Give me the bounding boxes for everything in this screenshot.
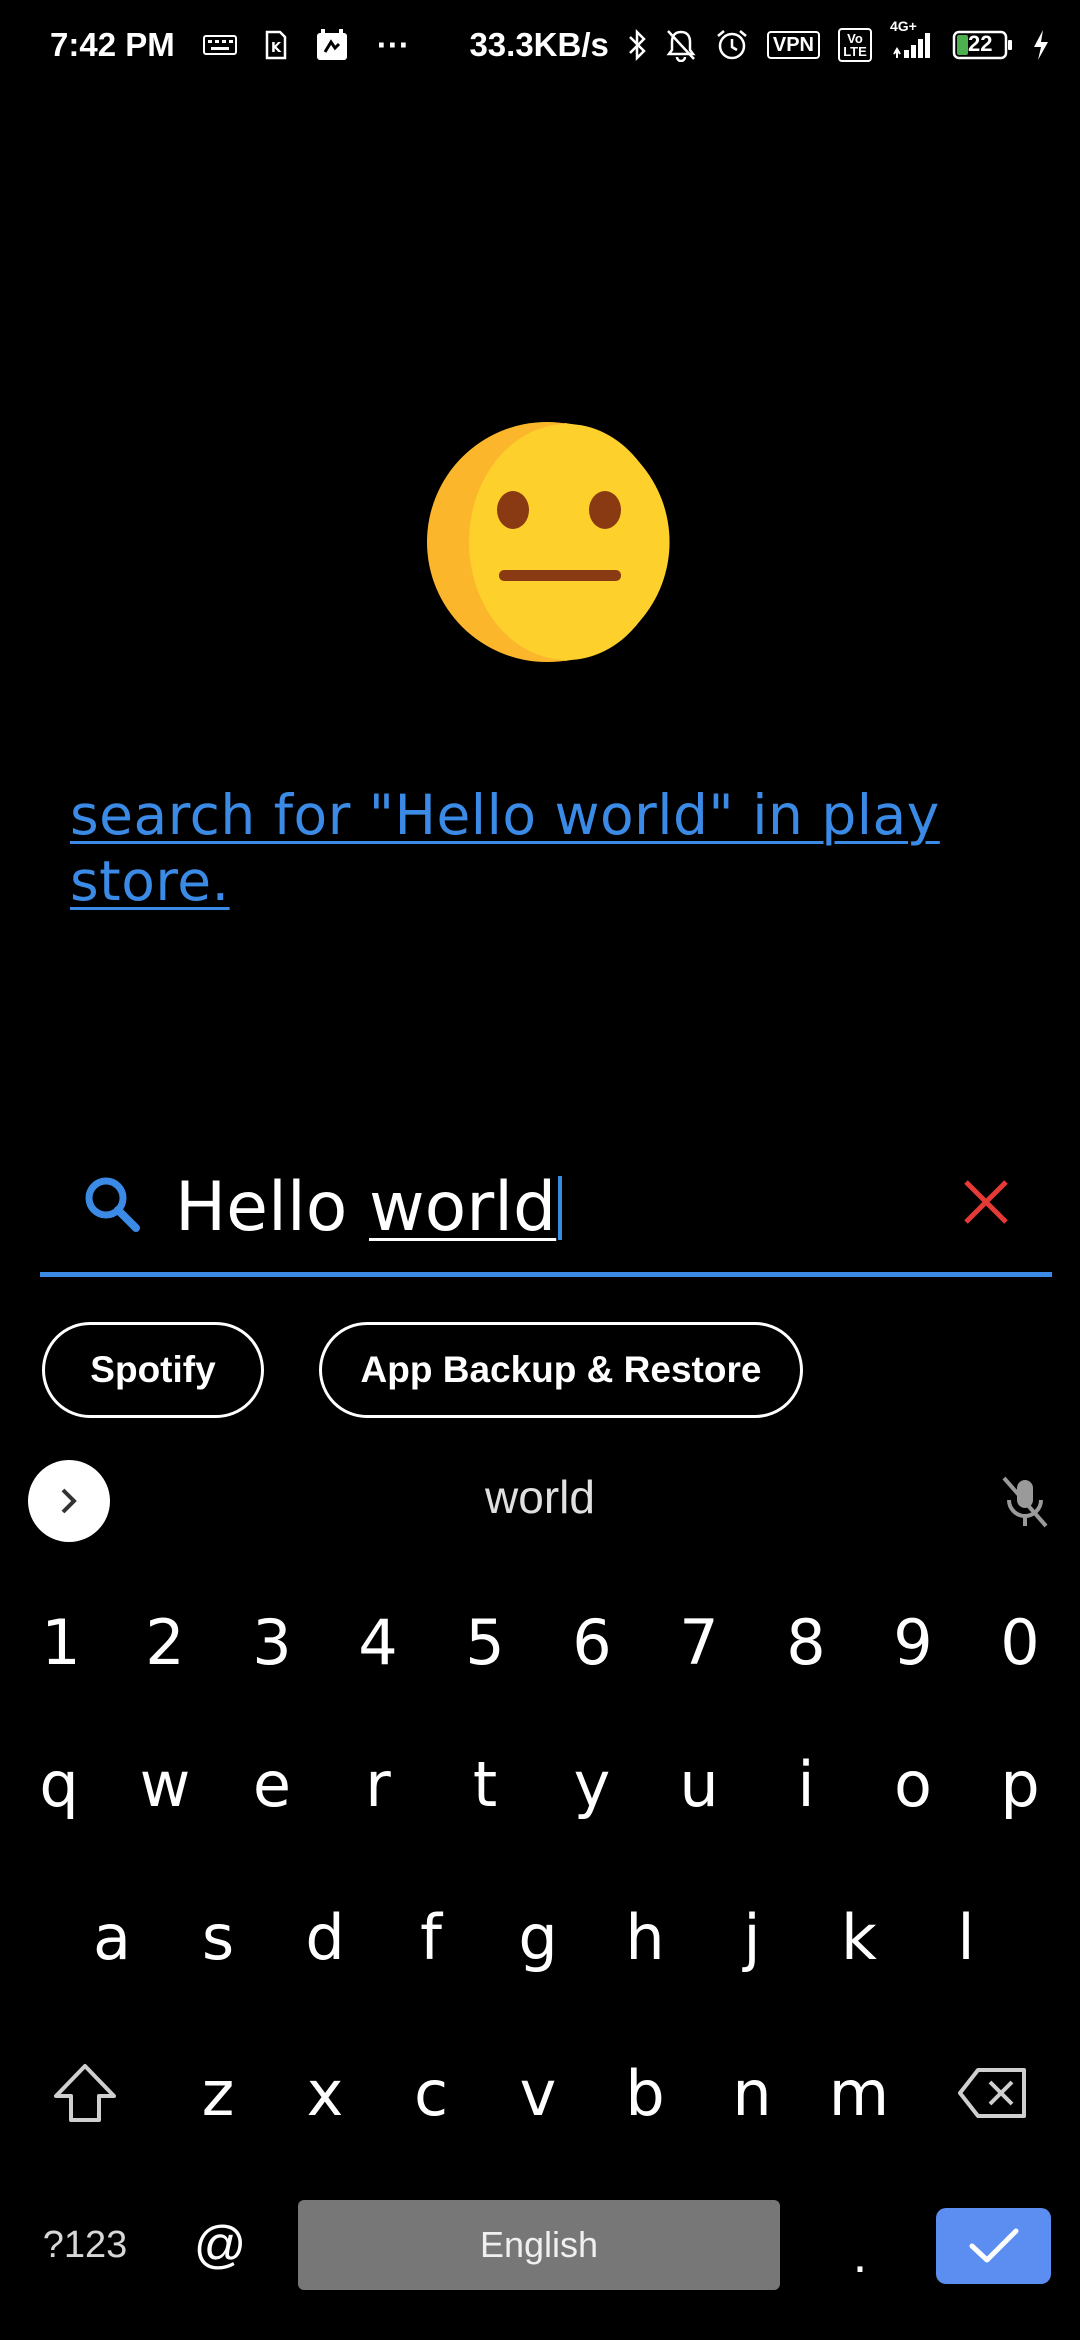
key-e[interactable]: e: [227, 1724, 317, 1844]
backspace-key[interactable]: [948, 2033, 1038, 2153]
network-speed: 33.3KB/s: [469, 26, 609, 63]
key-6[interactable]: 6: [547, 1582, 637, 1702]
key-4[interactable]: 4: [333, 1582, 423, 1702]
key-p[interactable]: p: [975, 1724, 1065, 1844]
search-input[interactable]: Hello world: [175, 1168, 563, 1248]
key-b[interactable]: b: [600, 2033, 690, 2153]
key-v[interactable]: v: [493, 2033, 583, 2153]
search-underline: [40, 1272, 1052, 1277]
key-u[interactable]: u: [654, 1724, 744, 1844]
search-input-text: Hello: [175, 1168, 369, 1247]
key-q[interactable]: q: [14, 1724, 104, 1844]
status-bar: 7:42 PM K ··· 33.3KB/s VPN Vo LTE 4G+ 22: [0, 0, 1080, 96]
at-key[interactable]: @: [180, 2200, 260, 2290]
mic-off-icon[interactable]: [998, 1474, 1052, 1530]
battery-icon: 22: [952, 29, 1014, 61]
keyboard-icon: [202, 35, 237, 55]
alarm-icon: [715, 28, 749, 62]
svg-text:K: K: [271, 41, 282, 56]
enter-key[interactable]: [936, 2208, 1051, 2284]
key-0[interactable]: 0: [975, 1582, 1065, 1702]
sim-icon: K: [265, 30, 287, 60]
key-i[interactable]: i: [761, 1724, 851, 1844]
key-j[interactable]: j: [707, 1877, 797, 1997]
play-store-search-link[interactable]: search for "Hello world" in play store.: [70, 782, 970, 914]
key-z[interactable]: z: [173, 2033, 263, 2153]
signal-icon: 4G+: [890, 18, 934, 60]
key-m[interactable]: m: [814, 2033, 904, 2153]
search-icon: [85, 1177, 140, 1232]
key-9[interactable]: 9: [868, 1582, 958, 1702]
shift-key[interactable]: [40, 2033, 130, 2153]
key-w[interactable]: w: [120, 1724, 210, 1844]
status-more-dots: ···: [376, 26, 410, 63]
backspace-icon: [958, 2068, 1026, 2118]
search-bar: Hello world: [40, 1150, 1052, 1280]
key-2[interactable]: 2: [120, 1582, 210, 1702]
symbols-key[interactable]: ?123: [30, 2200, 140, 2290]
key-s[interactable]: s: [173, 1877, 263, 1997]
calendar-icon: [315, 28, 349, 62]
key-t[interactable]: t: [440, 1724, 530, 1844]
key-a[interactable]: a: [67, 1877, 157, 1997]
key-y[interactable]: y: [547, 1724, 637, 1844]
key-8[interactable]: 8: [761, 1582, 851, 1702]
period-key[interactable]: .: [830, 2210, 890, 2300]
key-r[interactable]: r: [333, 1724, 423, 1844]
bell-off-icon: [665, 28, 697, 62]
key-g[interactable]: g: [493, 1877, 583, 1997]
keyboard-expand-button[interactable]: [28, 1460, 110, 1542]
chip-app-backup-restore[interactable]: App Backup & Restore: [319, 1322, 803, 1418]
keyboard-suggestion-row: world: [0, 1460, 1080, 1542]
space-key[interactable]: English: [298, 2200, 780, 2290]
key-1[interactable]: 1: [16, 1582, 106, 1702]
status-time: 7:42 PM: [50, 26, 175, 63]
key-c[interactable]: c: [386, 2033, 476, 2153]
vpn-badge: VPN: [766, 31, 820, 59]
key-o[interactable]: o: [868, 1724, 958, 1844]
key-3[interactable]: 3: [227, 1582, 317, 1702]
bluetooth-icon: [627, 28, 647, 62]
key-h[interactable]: h: [600, 1877, 690, 1997]
keyboard-suggestion[interactable]: world: [340, 1470, 740, 1524]
screen: 7:42 PM K ··· 33.3KB/s VPN Vo LTE 4G+ 22…: [0, 0, 1080, 2340]
battery-level: 22: [968, 31, 993, 56]
chevron-right-icon: [61, 1488, 77, 1514]
key-d[interactable]: d: [280, 1877, 370, 1997]
volte-badge: Vo LTE: [838, 28, 872, 62]
chip-spotify[interactable]: Spotify: [42, 1322, 264, 1418]
checkmark-icon: [969, 2228, 1018, 2263]
key-k[interactable]: k: [814, 1877, 904, 1997]
key-n[interactable]: n: [707, 2033, 797, 2153]
text-cursor: [558, 1176, 563, 1240]
key-x[interactable]: x: [280, 2033, 370, 2153]
key-l[interactable]: l: [921, 1877, 1011, 1997]
neutral-face-emoji: [427, 422, 670, 662]
key-5[interactable]: 5: [440, 1582, 530, 1702]
charging-icon: [1032, 29, 1050, 61]
search-input-composing-text: world: [368, 1168, 557, 1247]
shift-icon: [54, 2064, 116, 2122]
clear-search-icon[interactable]: [960, 1176, 1012, 1228]
key-f[interactable]: f: [386, 1877, 476, 1997]
key-7[interactable]: 7: [654, 1582, 744, 1702]
